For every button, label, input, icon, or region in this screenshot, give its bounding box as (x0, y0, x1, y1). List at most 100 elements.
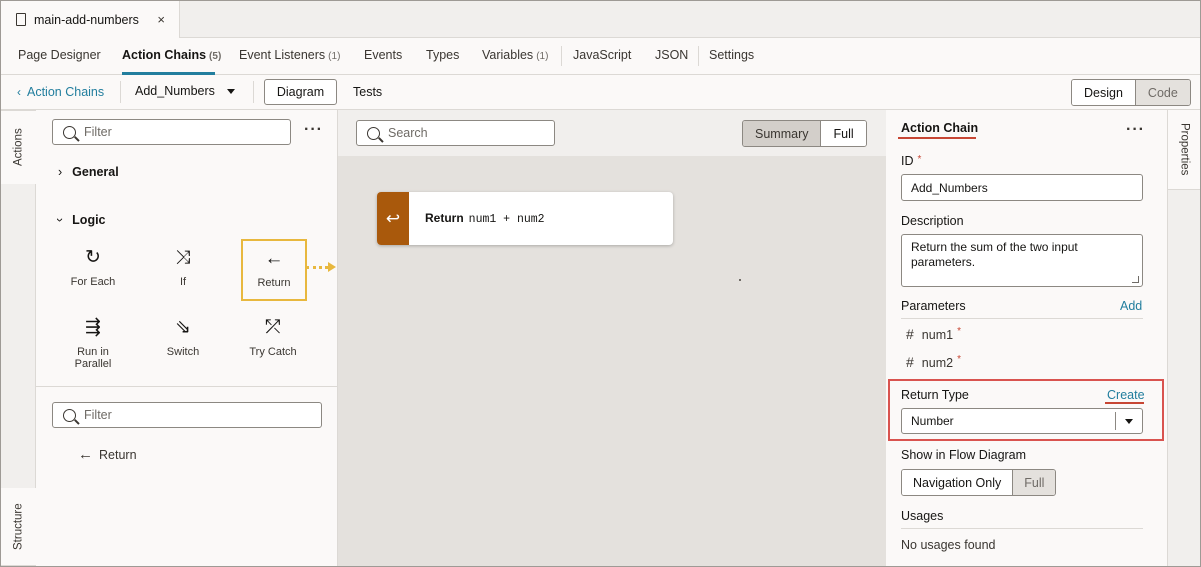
palette-item-label: Try Catch (249, 346, 297, 358)
tab-divider (561, 46, 562, 66)
design-button[interactable]: Design (1072, 80, 1136, 105)
usages-value: No usages found (901, 538, 996, 552)
id-label: ID * (901, 154, 922, 168)
group-general[interactable]: › General (58, 165, 119, 179)
diagram-button[interactable]: Diagram (264, 79, 337, 105)
palette-item-if[interactable]: ⤨ If (148, 246, 218, 288)
add-parameter-link[interactable]: Add (1120, 299, 1142, 313)
required-mark: * (957, 354, 961, 365)
tab-variables[interactable]: Variables (1) (482, 48, 548, 62)
tab-divider (698, 46, 699, 66)
file-tab[interactable]: main-add-numbers × (1, 1, 180, 38)
full-flow-button[interactable]: Full (1013, 470, 1056, 495)
more-options-icon[interactable]: ··· (1126, 121, 1145, 139)
try-catch-icon: ⤱ (265, 317, 281, 338)
action-chain-selector[interactable]: Add_Numbers (135, 84, 235, 98)
parameters-label: Parameters (901, 299, 966, 313)
structure-filter[interactable] (52, 402, 322, 428)
number-type-icon: # (906, 326, 914, 342)
required-mark: * (917, 154, 922, 165)
actions-palette: ··· ›General ›Logic ↻ For Each ⤨ If ← Re… (36, 110, 338, 566)
palette-item-for-each[interactable]: ↻ For Each (58, 246, 128, 288)
parameter-num1[interactable]: # num1 * (906, 326, 961, 342)
palette-item-return[interactable]: ← Return (241, 239, 307, 301)
return-action-node[interactable]: ↩ Return num1 + num2 (377, 192, 673, 245)
properties-rail-tab[interactable]: Properties (1168, 110, 1200, 190)
parameters-divider (901, 318, 1143, 319)
return-type-select[interactable]: Number (901, 408, 1143, 434)
return-arrow-icon: ← (264, 248, 284, 269)
return-arrow-icon: ↩ (377, 192, 409, 245)
structure-item-return[interactable]: ← Return (78, 446, 137, 463)
required-mark: * (957, 326, 961, 337)
palette-item-label: For Each (70, 276, 116, 288)
if-branch-icon: ⤨ (175, 247, 191, 268)
group-logic[interactable]: › Logic (53, 213, 105, 227)
annotation-underline (898, 137, 976, 139)
palette-item-run-in-parallel[interactable]: ⇶ Run in Parallel (58, 316, 128, 370)
palette-filter[interactable] (52, 119, 291, 145)
main-tab-bar: Page Designer Action Chains (5) Event Lis… (1, 38, 1200, 75)
chain-toolbar: ‹ Action Chains Add_Numbers Diagram Tests… (1, 75, 1200, 110)
id-field[interactable]: Add_Numbers (901, 174, 1143, 201)
node-expression: num1 + num2 (468, 213, 545, 226)
tab-page-designer[interactable]: Page Designer (18, 48, 101, 62)
return-arrow-icon: ← (78, 446, 93, 463)
palette-item-label: Run in Parallel (74, 346, 112, 370)
canvas-toolbar: Summary Full (338, 110, 886, 156)
parallel-icon: ⇶ (85, 317, 101, 338)
chevron-left-icon: ‹ (17, 85, 21, 99)
number-type-icon: # (906, 354, 914, 370)
summary-button[interactable]: Summary (743, 121, 822, 146)
app-window: main-add-numbers × Page Designer Action … (0, 0, 1201, 567)
tab-count: (1) (328, 51, 341, 62)
description-text: Return the sum of the two input paramete… (911, 240, 1078, 269)
structure-rail-tab[interactable]: Structure (1, 488, 36, 566)
palette-item-switch[interactable]: ⇘ Switch (148, 316, 218, 358)
parameter-num2[interactable]: # num2 * (906, 354, 961, 370)
select-divider (1115, 412, 1116, 430)
actions-rail-tab[interactable]: Actions (1, 110, 36, 184)
canvas-search-input[interactable] (388, 126, 554, 140)
chevron-down-icon: › (53, 217, 68, 223)
tab-count: (1) (536, 51, 549, 62)
close-icon[interactable]: × (157, 12, 165, 27)
summary-full-toggle: Summary Full (742, 120, 867, 147)
tab-events[interactable]: Events (364, 48, 402, 62)
palette-filter-input[interactable] (84, 125, 264, 139)
palette-item-label: Switch (166, 346, 200, 358)
search-icon (63, 125, 76, 139)
tab-settings[interactable]: Settings (709, 48, 754, 62)
code-button[interactable]: Code (1135, 80, 1190, 105)
properties-panel: Action Chain ··· ID * Add_Numbers Descrip… (886, 110, 1167, 566)
tab-action-chains[interactable]: Action Chains (5) (122, 48, 221, 62)
caret-down-icon (226, 89, 235, 95)
right-rail: Properties (1167, 110, 1200, 566)
create-type-link[interactable]: Create (1107, 388, 1145, 402)
search-icon (367, 126, 380, 140)
for-each-icon: ↻ (85, 247, 101, 268)
resize-handle-icon[interactable] (1132, 276, 1139, 283)
switch-icon: ⇘ (175, 317, 191, 338)
tab-json[interactable]: JSON (655, 48, 688, 62)
tests-tab[interactable]: Tests (353, 85, 382, 99)
canvas-search[interactable] (356, 120, 555, 146)
back-to-action-chains-link[interactable]: ‹ Action Chains (17, 85, 104, 99)
more-options-icon[interactable]: ··· (304, 121, 323, 139)
diagram-canvas[interactable]: Summary Full ↩ Return num1 + num2 (338, 110, 886, 566)
file-tab-title: main-add-numbers (34, 12, 139, 27)
full-button[interactable]: Full (821, 121, 866, 146)
description-field[interactable]: Return the sum of the two input paramete… (901, 234, 1143, 287)
tab-event-listeners[interactable]: Event Listeners (1) (239, 48, 340, 62)
palette-item-try-catch[interactable]: ⤱ Try Catch (238, 316, 308, 358)
caret-down-icon (1125, 419, 1133, 424)
structure-filter-input[interactable] (84, 408, 264, 422)
return-type-label: Return Type (901, 388, 969, 402)
navigation-only-button[interactable]: Navigation Only (902, 470, 1014, 495)
show-in-flow-label: Show in Flow Diagram (901, 448, 1027, 462)
tab-types[interactable]: Types (426, 48, 459, 62)
search-icon (63, 408, 76, 422)
tab-javascript[interactable]: JavaScript (573, 48, 631, 62)
properties-heading: Action Chain (901, 121, 979, 135)
drag-path-indicator (306, 266, 328, 269)
